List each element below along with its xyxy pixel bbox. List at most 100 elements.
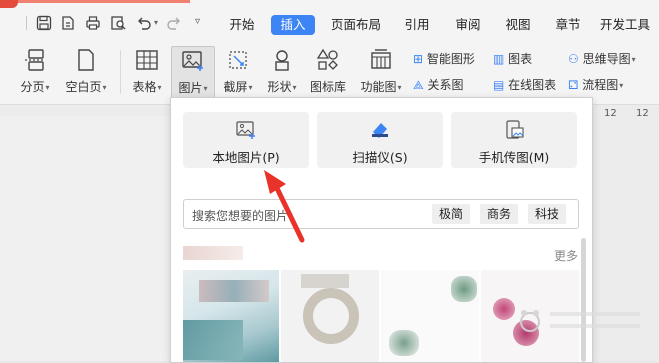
divider bbox=[120, 50, 121, 94]
print-preview-icon[interactable] bbox=[110, 15, 126, 31]
smart-shape-button[interactable]: ⊞ 智能图形 bbox=[413, 50, 475, 67]
chevron-down-icon: ▾ bbox=[157, 83, 162, 92]
table-label: 表格 bbox=[132, 80, 157, 94]
flowchart-button[interactable]: ⚁ 流程图▾ bbox=[568, 76, 623, 93]
plant-shape bbox=[451, 276, 477, 302]
redo-icon[interactable] bbox=[166, 15, 182, 31]
tab-review[interactable]: 审阅 bbox=[448, 15, 488, 35]
save-icon[interactable] bbox=[36, 15, 52, 31]
chevron-down-icon: ▾ bbox=[248, 83, 253, 92]
relation-chart-button[interactable]: ⟁ 关系图 bbox=[413, 76, 464, 93]
scanner-label: 扫描仪(S) bbox=[352, 150, 408, 165]
relation-chart-label: 关系图 bbox=[427, 78, 464, 92]
icon-library-icon bbox=[316, 48, 338, 70]
blur-overlay bbox=[301, 274, 349, 288]
customize-quick-access-icon[interactable]: ▿ bbox=[195, 16, 200, 27]
chevron-down-icon: ▾ bbox=[397, 83, 402, 92]
online-chart-button[interactable]: ▤ 在线图表 bbox=[493, 76, 556, 93]
page-break-label: 分页 bbox=[20, 80, 45, 94]
tab-view[interactable]: 视图 bbox=[498, 15, 538, 35]
relation-chart-icon: ⟁ bbox=[413, 78, 424, 92]
chart-label: 图表 bbox=[508, 52, 533, 66]
page-break-button[interactable]: 分页▾ bbox=[14, 48, 56, 95]
ruler: 12 12 bbox=[590, 107, 659, 121]
online-chart-icon: ▤ bbox=[493, 78, 505, 92]
screenshot-button[interactable]: 截屏▾ bbox=[218, 48, 258, 95]
function-chart-button[interactable]: 功能图▾ bbox=[356, 48, 406, 95]
flowchart-icon: ⚁ bbox=[568, 78, 579, 92]
blank-page-icon bbox=[78, 49, 94, 71]
picture-label: 图片 bbox=[178, 81, 203, 95]
annotation-arrow-icon bbox=[264, 170, 305, 243]
screenshot-icon bbox=[229, 51, 247, 69]
tab-chapter[interactable]: 章节 bbox=[548, 15, 588, 35]
tab-reference[interactable]: 引用 bbox=[397, 15, 437, 35]
phone-transfer-icon bbox=[506, 120, 524, 139]
phone-transfer-label: 手机传图(M) bbox=[478, 150, 550, 165]
baidu-watermark-icon bbox=[520, 310, 640, 332]
chevron-down-icon: ▾ bbox=[292, 83, 297, 92]
picture-thumbnail[interactable] bbox=[183, 270, 279, 362]
function-chart-icon bbox=[371, 49, 391, 69]
chevron-down-icon: ▾ bbox=[102, 83, 107, 92]
chart-icon: ▥ bbox=[493, 52, 505, 66]
chevron-down-icon: ▾ bbox=[619, 81, 624, 90]
ruler-number: 12 bbox=[636, 108, 649, 119]
page-break-icon bbox=[25, 49, 45, 71]
leaf-shape bbox=[183, 320, 243, 360]
shape-button[interactable]: 形状▾ bbox=[262, 48, 302, 95]
screenshot-label: 截屏 bbox=[223, 80, 248, 94]
document-page[interactable] bbox=[0, 116, 170, 361]
mind-map-label: 思维导图 bbox=[582, 52, 631, 66]
tab-page-layout[interactable]: 页面布局 bbox=[328, 15, 384, 35]
ruler-number: 12 bbox=[604, 108, 617, 119]
picture-search-input[interactable]: 搜索您想要的图片 极简 商务 科技 bbox=[183, 199, 579, 229]
mind-map-button[interactable]: ⚇ 思维导图▾ bbox=[568, 50, 636, 67]
blur-overlay bbox=[199, 280, 269, 302]
picture-thumbnail[interactable] bbox=[381, 270, 479, 362]
phone-transfer-button[interactable]: 手机传图(M) bbox=[451, 112, 577, 168]
mind-map-icon: ⚇ bbox=[568, 52, 579, 66]
wreath-shape bbox=[303, 288, 359, 344]
undo-dropdown-icon[interactable]: ▾ bbox=[154, 18, 158, 27]
scanner-button[interactable]: 扫描仪(S) bbox=[317, 112, 443, 168]
tag-business[interactable]: 商务 bbox=[480, 204, 518, 224]
export-pdf-icon[interactable] bbox=[60, 15, 76, 31]
picture-button[interactable]: 图片▾ bbox=[171, 46, 215, 98]
tag-technology[interactable]: 科技 bbox=[528, 204, 566, 224]
document-tab-indicator[interactable] bbox=[0, 0, 18, 8]
picture-icon bbox=[182, 51, 203, 71]
smart-shape-icon: ⊞ bbox=[413, 52, 424, 66]
chevron-down-icon: ▾ bbox=[203, 84, 208, 93]
icon-library-label: 图标库 bbox=[309, 80, 346, 94]
category-heading-blurred bbox=[183, 246, 243, 260]
chevron-down-icon: ▾ bbox=[631, 55, 636, 64]
chart-button[interactable]: ▥ 图表 bbox=[493, 50, 532, 67]
icon-library-button[interactable]: 图标库 bbox=[306, 48, 350, 95]
smart-shape-label: 智能图形 bbox=[426, 52, 475, 66]
blank-page-label: 空白页 bbox=[65, 80, 102, 94]
local-picture-icon bbox=[236, 121, 255, 139]
scrollbar[interactable] bbox=[581, 238, 586, 362]
more-link[interactable]: 更多 bbox=[554, 247, 578, 264]
tab-insert[interactable]: 插入 bbox=[271, 15, 315, 35]
tag-minimal[interactable]: 极简 bbox=[432, 204, 470, 224]
online-chart-label: 在线图表 bbox=[508, 78, 557, 92]
tab-developer[interactable]: 开发工具 bbox=[600, 15, 659, 35]
divider bbox=[26, 16, 27, 30]
shape-label: 形状 bbox=[267, 80, 292, 94]
tab-accent-line bbox=[0, 0, 190, 3]
blank-page-button[interactable]: 空白页▾ bbox=[60, 48, 112, 95]
flowchart-label: 流程图 bbox=[582, 78, 619, 92]
tab-start[interactable]: 开始 bbox=[222, 15, 262, 35]
title-toolbar: ▾ ▿ 开始 插入 页面布局 引用 审阅 视图 章节 开发工具 bbox=[0, 0, 659, 42]
plant-shape bbox=[389, 330, 419, 356]
function-chart-label: 功能图 bbox=[360, 80, 397, 94]
picture-thumbnail[interactable] bbox=[281, 270, 379, 362]
undo-icon[interactable] bbox=[136, 15, 152, 31]
shape-icon bbox=[275, 50, 289, 71]
chevron-down-icon: ▾ bbox=[45, 83, 50, 92]
print-icon[interactable] bbox=[85, 15, 101, 31]
scanner-icon bbox=[372, 123, 388, 138]
table-button[interactable]: 表格▾ bbox=[127, 48, 167, 95]
